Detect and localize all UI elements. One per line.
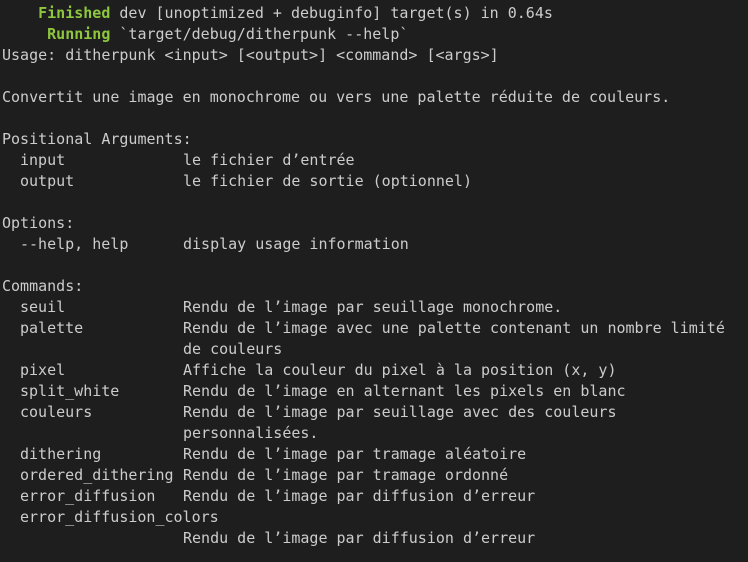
arg-name: output [20,172,75,190]
command-name: couleurs [20,403,93,421]
command-name: split_white [20,382,120,400]
command-name: error_diffusion [20,487,156,505]
finished-label: Finished [38,4,111,22]
command-desc: Rendu de l’image en alternant les pixels… [183,382,626,400]
command-name: pixel [20,361,66,379]
command-name: error_diffusion_colors [20,508,219,526]
command-desc: Rendu de l’image par tramage aléatoire [183,445,527,463]
arg-desc: le fichier de sortie (optionnel) [183,172,472,190]
option-desc: display usage information [183,235,409,253]
command-desc: Rendu de l’image par seuillage avec des … [183,403,617,421]
option-name: --help, help [20,235,129,253]
usage-line: Usage: ditherpunk <input> [<output>] <co… [2,46,499,64]
running-text: `target/debug/ditherpunk --help` [110,25,409,43]
terminal-window[interactable]: Finished dev [unoptimized + debuginfo] t… [0,0,748,562]
command-desc: Rendu de l’image par tramage ordonné [183,466,509,484]
arg-desc: le fichier d’entrée [183,151,355,169]
description-line: Convertit une image en monochrome ou ver… [2,88,671,106]
command-desc: Rendu de l’image par seuillage monochrom… [183,298,563,316]
command-desc: Affiche la couleur du pixel à la positio… [183,361,617,379]
arg-name: input [20,151,66,169]
finished-text: dev [unoptimized + debuginfo] target(s) … [110,4,553,22]
command-name: dithering [20,445,102,463]
command-desc: Rendu de l’image par diffusion d’erreur [183,529,536,547]
options-heading: Options: [2,214,75,232]
positional-heading: Positional Arguments: [2,130,192,148]
command-desc: Rendu de l’image avec une palette conten… [183,319,725,337]
commands-heading: Commands: [2,277,84,295]
build-running-line: Running `target/debug/ditherpunk --help` [2,24,408,45]
command-desc: Rendu de l’image par diffusion d’erreur [183,487,536,505]
command-desc: personnalisées. [183,424,319,442]
clipped-previous-output [2,0,662,2]
running-label: Running [47,25,111,43]
command-name: ordered_dithering [20,466,174,484]
command-name: seuil [20,298,66,316]
command-name: palette [20,319,84,337]
build-finished-line: Finished dev [unoptimized + debuginfo] t… [2,3,553,24]
command-desc: de couleurs [183,340,283,358]
